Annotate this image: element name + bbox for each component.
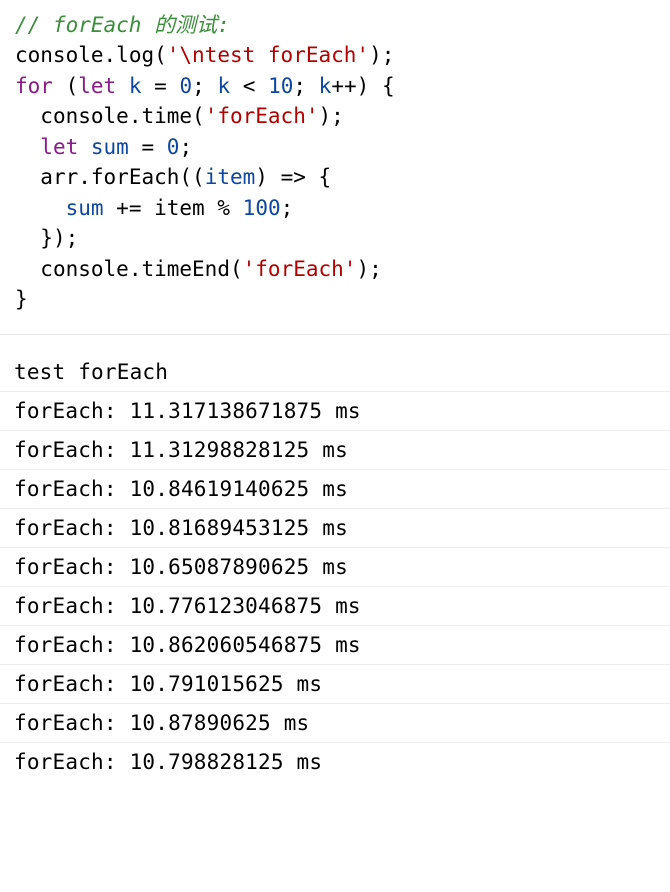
sum-init: 0 xyxy=(167,135,180,159)
mod-val: 100 xyxy=(243,196,281,220)
console-header: test forEach xyxy=(0,350,670,391)
timeend-label: 'forEach' xyxy=(243,257,357,281)
sum-var: sum xyxy=(91,135,129,159)
console-row: forEach: 11.31298828125 ms xyxy=(0,430,670,469)
console-row: forEach: 10.798828125 ms xyxy=(0,742,670,781)
time-label: 'forEach' xyxy=(205,104,319,128)
log-arg: '\ntest forEach' xyxy=(167,43,369,67)
console-row: forEach: 10.84619140625 ms xyxy=(0,469,670,508)
console-row: forEach: 10.862060546875 ms xyxy=(0,625,670,664)
console-output: test forEach forEach: 11.317138671875 ms… xyxy=(0,335,670,781)
console-row: forEach: 10.65087890625 ms xyxy=(0,547,670,586)
code-comment: // forEach 的测试: xyxy=(15,13,230,37)
item-name: item xyxy=(205,165,256,189)
arr-name: arr xyxy=(40,165,78,189)
loop-var: k xyxy=(129,74,142,98)
console-row: forEach: 10.791015625 ms xyxy=(0,664,670,703)
console-row: forEach: 10.87890625 ms xyxy=(0,703,670,742)
console-row: forEach: 10.81689453125 ms xyxy=(0,508,670,547)
loop-limit: 10 xyxy=(268,74,293,98)
loop-start: 0 xyxy=(179,74,192,98)
console-row: forEach: 10.776123046875 ms xyxy=(0,586,670,625)
console-row: forEach: 11.317138671875 ms xyxy=(0,391,670,430)
code-block: // forEach 的测试: console.log('\ntest forE… xyxy=(0,0,670,335)
